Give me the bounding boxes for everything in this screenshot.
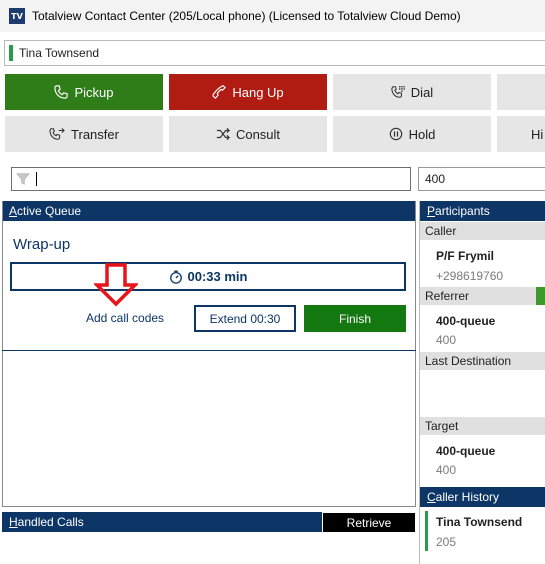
- last-destination-section-label: Last Destination: [420, 352, 545, 370]
- history-entry-name[interactable]: Tina Townsend: [436, 515, 522, 529]
- hang-up-icon: [212, 85, 227, 99]
- caller-history-title: aller History: [435, 490, 500, 504]
- text-cursor: [36, 172, 37, 186]
- agent-status-bar[interactable]: Tina Townsend: [4, 40, 545, 66]
- caller-number[interactable]: +298619760: [436, 269, 503, 283]
- caller-section-label: Caller: [420, 222, 545, 240]
- consult-button[interactable]: Consult: [169, 116, 327, 152]
- referrer-name[interactable]: 400-queue: [436, 314, 495, 328]
- participants-accel: P: [427, 204, 436, 218]
- handled-calls-title: andled Calls: [17, 515, 84, 529]
- hang-up-label: Hang Up: [232, 84, 284, 100]
- referrer-status-indicator: [536, 287, 545, 305]
- target-number[interactable]: 400: [436, 463, 456, 477]
- wrap-up-title: Wrap-up: [13, 236, 71, 253]
- app-logo-icon: TV: [9, 8, 25, 24]
- number-input[interactable]: 400: [418, 167, 545, 191]
- hold-label: Hold: [408, 126, 436, 142]
- title-bar: TV Totalview Contact Center (205/Local p…: [0, 0, 545, 32]
- annotation-arrow-icon: [94, 263, 138, 307]
- queue-filter-input[interactable]: [11, 167, 411, 191]
- wrap-up-timer: 00:33 min: [10, 262, 406, 291]
- caller-history-accel: C: [427, 490, 436, 504]
- extend-button[interactable]: Extend 00:30: [194, 305, 296, 332]
- window-title: Totalview Contact Center (205/Local phon…: [32, 9, 461, 23]
- handled-calls-accel: H: [9, 515, 18, 529]
- transfer-icon: [49, 127, 65, 140]
- consult-label: Consult: [235, 126, 281, 142]
- toolbar-overflow-button-2[interactable]: Hi: [497, 116, 545, 152]
- filter-icon: [16, 173, 30, 185]
- referrer-number[interactable]: 400: [436, 333, 456, 347]
- target-section-label: Target: [420, 417, 545, 435]
- target-name[interactable]: 400-queue: [436, 444, 495, 458]
- toolbar-overflow-button-1[interactable]: [497, 74, 545, 110]
- stopwatch-icon: [169, 270, 182, 284]
- add-call-codes-link[interactable]: Add call codes: [86, 311, 164, 325]
- history-entry-number[interactable]: 205: [436, 535, 456, 549]
- agent-name: Tina Townsend: [19, 46, 100, 60]
- referrer-section-label: Referrer: [420, 287, 545, 305]
- timer-value: 00:33 min: [187, 269, 248, 284]
- dial-button[interactable]: Dial: [333, 74, 491, 110]
- caller-history-header: Caller History: [420, 487, 545, 507]
- participants-header: Participants: [420, 201, 545, 221]
- pickup-label: Pickup: [74, 84, 114, 100]
- finish-button[interactable]: Finish: [304, 305, 406, 332]
- hold-button[interactable]: Hold: [333, 116, 491, 152]
- transfer-button[interactable]: Transfer: [5, 116, 163, 152]
- agent-status-indicator: [9, 45, 13, 61]
- history-entry-indicator: [425, 511, 428, 551]
- shuffle-icon: [216, 127, 230, 141]
- queue-divider: [2, 350, 416, 351]
- dial-pad-icon: [391, 85, 405, 98]
- retrieve-button[interactable]: Retrieve: [323, 513, 415, 532]
- pickup-button[interactable]: Pickup: [5, 74, 163, 110]
- overflow-label: Hi: [531, 126, 544, 142]
- pause-icon: [389, 127, 402, 141]
- participants-divider: [419, 201, 420, 564]
- handled-calls-header: Handled Calls: [2, 512, 322, 532]
- hang-up-button[interactable]: Hang Up: [169, 74, 327, 110]
- phone-icon: [54, 85, 69, 99]
- caller-name[interactable]: P/F Frymil: [436, 249, 494, 263]
- dial-label: Dial: [410, 84, 434, 100]
- participants-title: articipants: [435, 204, 490, 218]
- number-value: 400: [425, 172, 446, 186]
- transfer-label: Transfer: [71, 126, 119, 142]
